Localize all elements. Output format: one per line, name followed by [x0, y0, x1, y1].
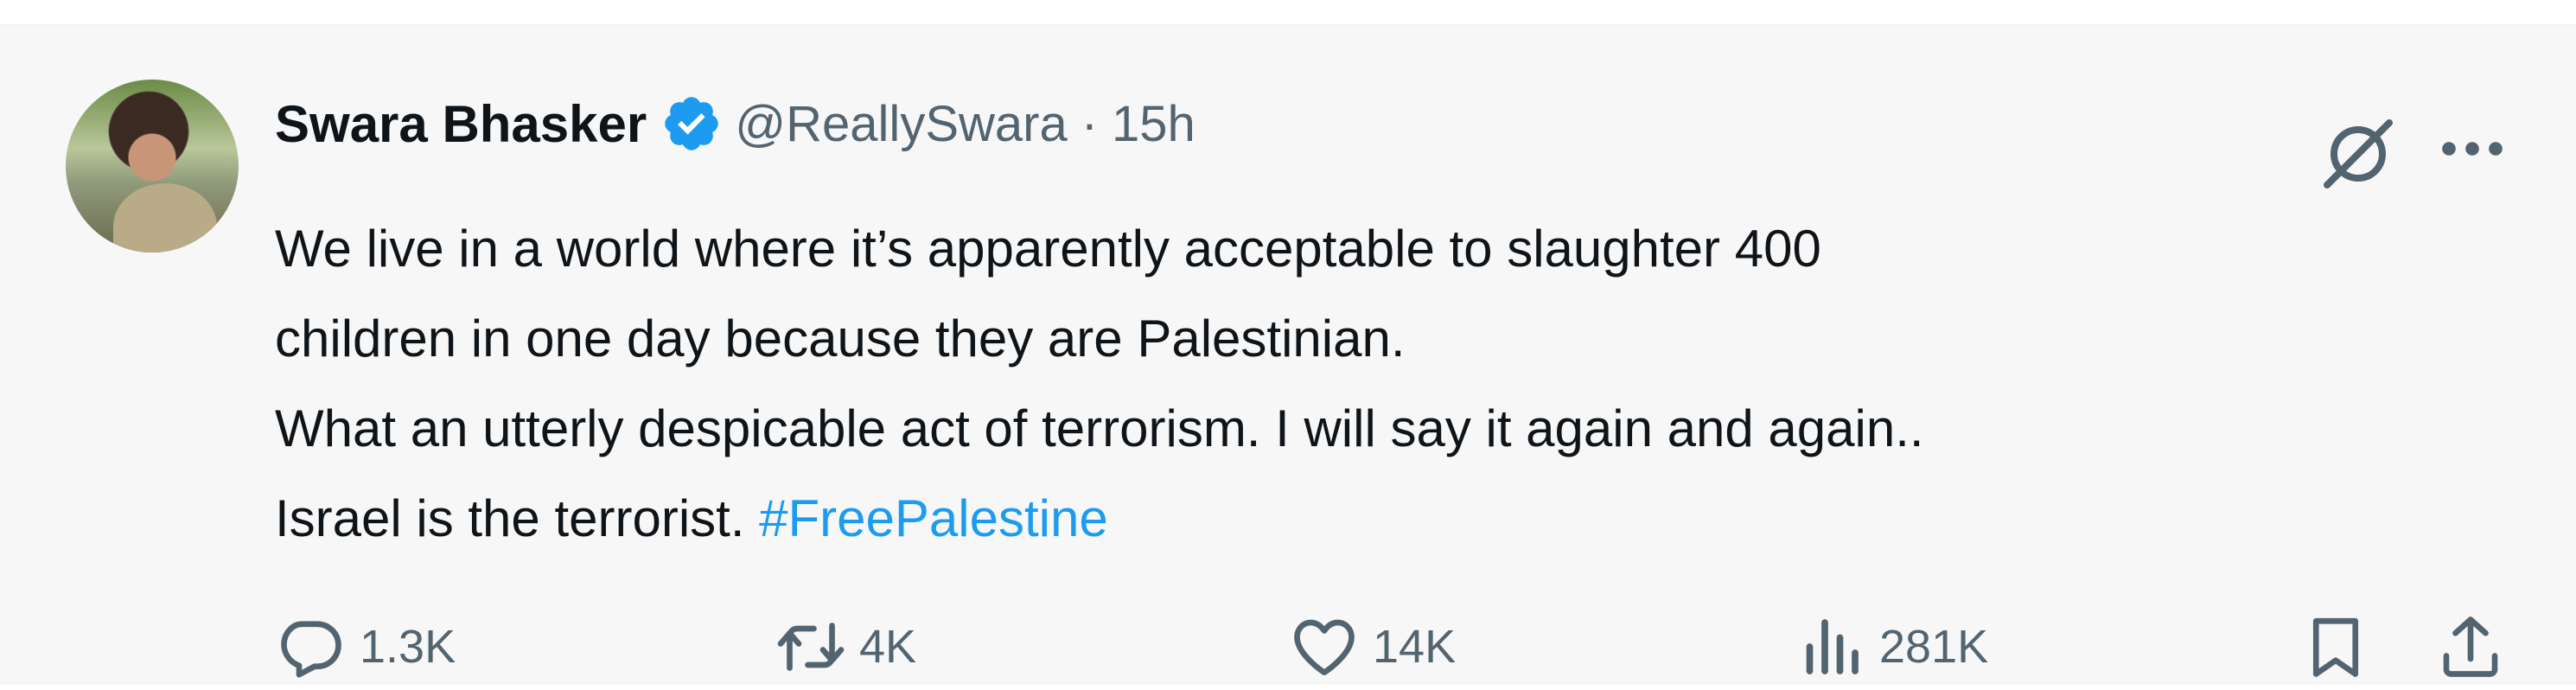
tweet-text-line: children in one day because they are Pal…: [275, 310, 1406, 367]
bookmark-icon: [2312, 617, 2359, 677]
views-chart-icon: [1806, 619, 1859, 674]
more-options-icon[interactable]: [2436, 123, 2509, 175]
share-icon: [2443, 617, 2498, 677]
separator-dot: ·: [1081, 95, 1099, 152]
tweet-text-segment: Israel is the terrorist.: [275, 489, 760, 547]
reply-button[interactable]: 1.3K: [275, 604, 456, 690]
views-count: 281K: [1879, 621, 1989, 673]
like-count: 14K: [1373, 621, 1457, 673]
author-handle[interactable]: @ReallySwara: [735, 95, 1067, 153]
hashtag-link[interactable]: #FreePalestine: [759, 489, 1108, 547]
tweet-text: We live in a world where it’s apparently…: [275, 204, 2522, 564]
tweet-text-line: Israel is the terrorist. #FreePalestine: [275, 474, 2522, 564]
reply-icon: [281, 621, 341, 678]
repost-icon: [777, 623, 845, 671]
top-divider: [0, 0, 2576, 26]
bookmark-button[interactable]: [2299, 604, 2384, 690]
timestamp[interactable]: 15h: [1112, 95, 1196, 153]
repost-count: 4K: [859, 621, 917, 673]
share-button[interactable]: [2434, 604, 2519, 690]
reply-count: 1.3K: [360, 621, 456, 673]
avatar[interactable]: [66, 80, 239, 252]
action-bar: 1.3K 4K 14K 281K: [0, 604, 2576, 690]
author-name[interactable]: Swara Bhasker: [275, 94, 647, 154]
verified-badge-icon[interactable]: [660, 93, 723, 155]
tweet-header: Swara Bhasker @ReallySwara · 15h: [275, 92, 1196, 156]
tweet-text-line: We live in a world where it’s apparently…: [275, 220, 1821, 278]
like-button[interactable]: 14K: [1288, 604, 1456, 690]
heart-icon: [1294, 619, 1355, 676]
avatar-figure: [113, 183, 217, 252]
grok-icon[interactable]: [2317, 112, 2400, 195]
repost-button[interactable]: 4K: [775, 604, 916, 690]
tweet-card[interactable]: Swara Bhasker @ReallySwara · 15h We live…: [0, 26, 2576, 685]
views-button[interactable]: 281K: [1795, 604, 1988, 690]
tweet-text-line: What an utterly despicable act of terror…: [275, 399, 1924, 457]
